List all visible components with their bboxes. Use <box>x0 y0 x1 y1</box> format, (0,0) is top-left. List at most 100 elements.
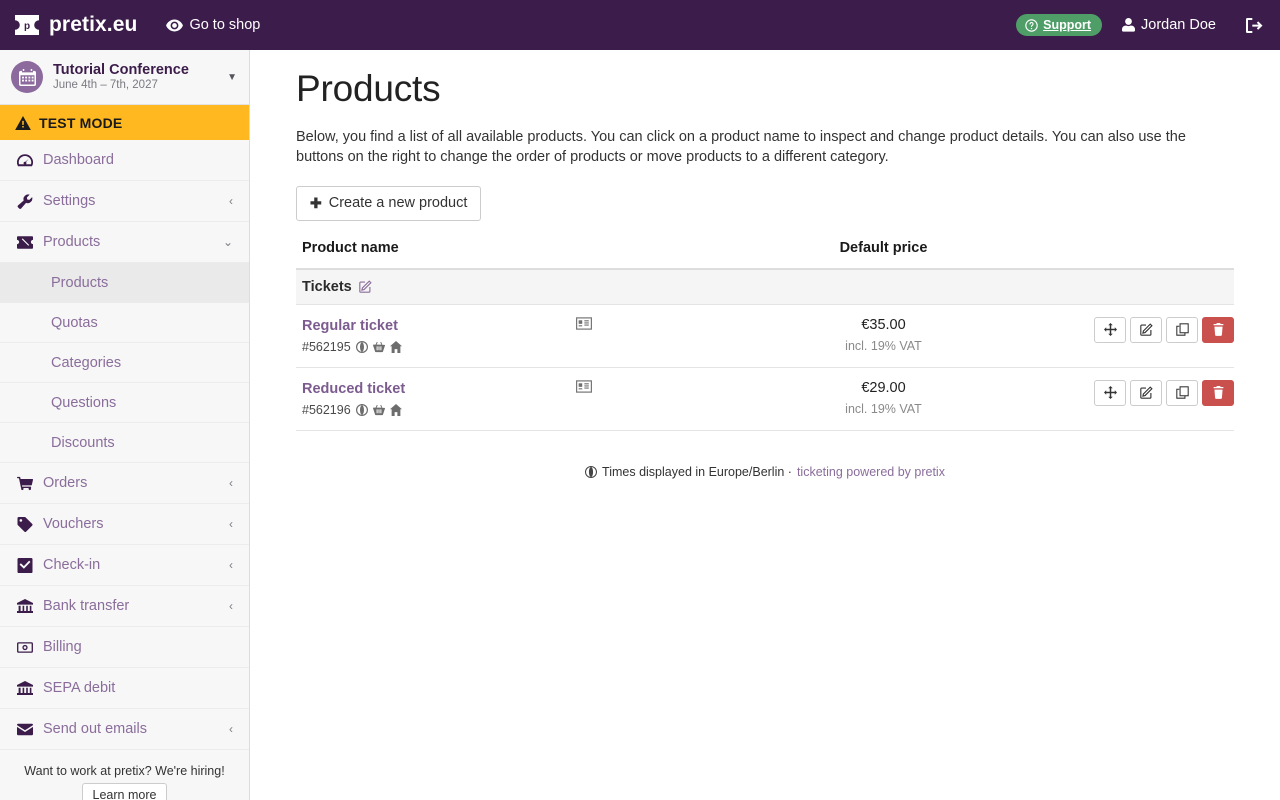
chevron-left-icon: ‹ <box>229 599 233 613</box>
product-name-link[interactable]: Reduced ticket <box>302 381 405 398</box>
sidebar-item-orders[interactable]: Orders ‹ <box>0 463 249 504</box>
product-price: €29.00 <box>861 379 906 396</box>
envelope-icon <box>17 722 37 737</box>
sidebar-item-label: Dashboard <box>43 152 114 168</box>
logout-button[interactable] <box>1246 17 1263 33</box>
cart-icon <box>17 476 37 491</box>
column-header-actions <box>1001 239 1234 270</box>
sidebar-item-sepa-debit[interactable]: SEPA debit <box>0 668 249 709</box>
sidebar-subitem-label: Products <box>51 274 109 291</box>
sidebar-subitem-questions[interactable]: Questions <box>0 383 249 423</box>
sidebar-item-billing[interactable]: Billing <box>0 627 249 668</box>
check-square-icon <box>17 557 37 573</box>
duplicate-product-button[interactable] <box>1166 316 1198 343</box>
hiring-promo: Want to work at pretix? We're hiring! Le… <box>0 750 249 800</box>
sidebar-item-check-in[interactable]: Check-in ‹ <box>0 545 249 586</box>
learn-more-button[interactable]: Learn more <box>81 783 168 800</box>
eye-icon <box>166 19 184 32</box>
home-icon <box>389 403 402 416</box>
delete-product-button[interactable] <box>1202 379 1234 406</box>
sidebar-subitem-categories[interactable]: Categories <box>0 343 249 383</box>
sidebar-subitem-label: Discounts <box>51 434 115 451</box>
topbar-right-group: Support Jordan Doe <box>1016 14 1280 36</box>
id-card-icon <box>576 316 760 330</box>
product-meta: #562195 <box>302 340 570 354</box>
category-edit-button[interactable] <box>358 279 372 295</box>
column-header-product-name: Product name <box>296 239 766 270</box>
hiring-text: Want to work at pretix? We're hiring! <box>24 764 225 778</box>
sidebar-item-vouchers[interactable]: Vouchers ‹ <box>0 504 249 545</box>
globe-icon <box>585 465 598 478</box>
chevron-left-icon: ‹ <box>229 517 233 531</box>
category-cell: Tickets <box>296 268 1234 305</box>
category-row: Tickets <box>296 268 1234 305</box>
sidebar-subitem-discounts[interactable]: Discounts <box>0 423 249 463</box>
top-navigation-bar: p pretix.eu Go to shop Support Jordan Do… <box>0 0 1280 50</box>
bank-icon <box>17 680 37 696</box>
sidebar-subitem-label: Categories <box>51 354 122 371</box>
product-actions-cell <box>1001 367 1234 431</box>
go-to-shop-link[interactable]: Go to shop <box>166 17 260 33</box>
tag-icon <box>17 516 37 532</box>
user-name-label: Jordan Doe <box>1141 17 1216 33</box>
event-name: Tutorial Conference <box>53 61 189 78</box>
plus-icon: ✚ <box>310 194 322 211</box>
warning-triangle-icon <box>15 115 31 130</box>
sidebar-item-label: Check-in <box>43 557 101 573</box>
sidebar-item-bank-transfer[interactable]: Bank transfer ‹ <box>0 586 249 627</box>
event-selector[interactable]: Tutorial Conference June 4th – 7th, 2027… <box>0 50 249 105</box>
table-row[interactable]: Reduced ticket #562196 €29.00 incl. 19% … <box>296 367 1234 431</box>
product-id: #562195 <box>302 339 351 354</box>
product-price-cell: €35.00 incl. 19% VAT <box>766 304 1001 368</box>
category-label: Tickets <box>302 278 352 295</box>
sidebar-item-label: Products <box>43 234 101 250</box>
sidebar-item-label: Orders <box>43 475 88 491</box>
sidebar-item-settings[interactable]: Settings ‹ <box>0 181 249 222</box>
product-price-cell: €29.00 incl. 19% VAT <box>766 367 1001 431</box>
delete-product-button[interactable] <box>1202 316 1234 343</box>
chevron-left-icon: ‹ <box>229 194 233 208</box>
sidebar-subitem-quotas[interactable]: Quotas <box>0 303 249 343</box>
product-meta: #562196 <box>302 403 570 417</box>
basket-icon <box>372 341 385 353</box>
page-description: Below, you find a list of all available … <box>296 128 1186 165</box>
product-name-link[interactable]: Regular ticket <box>302 318 398 335</box>
globe-icon <box>355 340 368 353</box>
go-to-shop-label: Go to shop <box>189 17 261 33</box>
id-card-icon <box>576 379 760 393</box>
sidebar-item-label: Settings <box>43 193 96 209</box>
product-vat: incl. 19% VAT <box>845 338 922 353</box>
create-new-product-label: Create a new product <box>328 195 468 212</box>
product-price: €35.00 <box>861 316 906 333</box>
brand-link[interactable]: p pretix.eu <box>0 13 137 37</box>
product-id: #562196 <box>302 402 351 417</box>
page-footer: Times displayed in Europe/Berlin · ticke… <box>296 465 1234 479</box>
product-name-cell: Regular ticket #562195 <box>296 304 576 368</box>
sidebar-item-dashboard[interactable]: Dashboard <box>0 140 249 181</box>
sidebar-subitem-products[interactable]: Products <box>0 263 249 303</box>
move-product-button[interactable] <box>1094 316 1126 343</box>
event-info: Tutorial Conference June 4th – 7th, 2027 <box>53 62 223 93</box>
chevron-left-icon: ‹ <box>229 558 233 572</box>
product-type-cell <box>576 367 766 431</box>
main-content: Products Below, you find a list of all a… <box>250 50 1280 800</box>
user-menu[interactable]: Jordan Doe <box>1122 17 1216 33</box>
pretix-ticket-logo-icon: p <box>14 14 40 36</box>
move-product-button[interactable] <box>1094 379 1126 406</box>
brand-text: pretix.eu <box>49 13 138 36</box>
dashboard-icon <box>17 153 37 168</box>
edit-product-button[interactable] <box>1130 316 1162 343</box>
sidebar-item-send-out-emails[interactable]: Send out emails ‹ <box>0 709 249 750</box>
table-row[interactable]: Regular ticket #562195 €35.00 incl. 19% … <box>296 304 1234 368</box>
sidebar-item-products[interactable]: Products ⌄ <box>0 222 249 263</box>
product-action-buttons <box>1094 379 1234 406</box>
globe-icon <box>355 403 368 416</box>
test-mode-label: TEST MODE <box>39 114 123 131</box>
edit-product-button[interactable] <box>1130 379 1162 406</box>
footer-pretix-link[interactable]: ticketing powered by pretix <box>797 465 945 479</box>
create-new-product-button[interactable]: ✚ Create a new product <box>296 185 482 221</box>
support-button[interactable]: Support <box>1016 14 1103 36</box>
duplicate-product-button[interactable] <box>1166 379 1198 406</box>
test-mode-banner: TEST MODE <box>0 105 249 140</box>
ticket-icon <box>17 235 37 250</box>
